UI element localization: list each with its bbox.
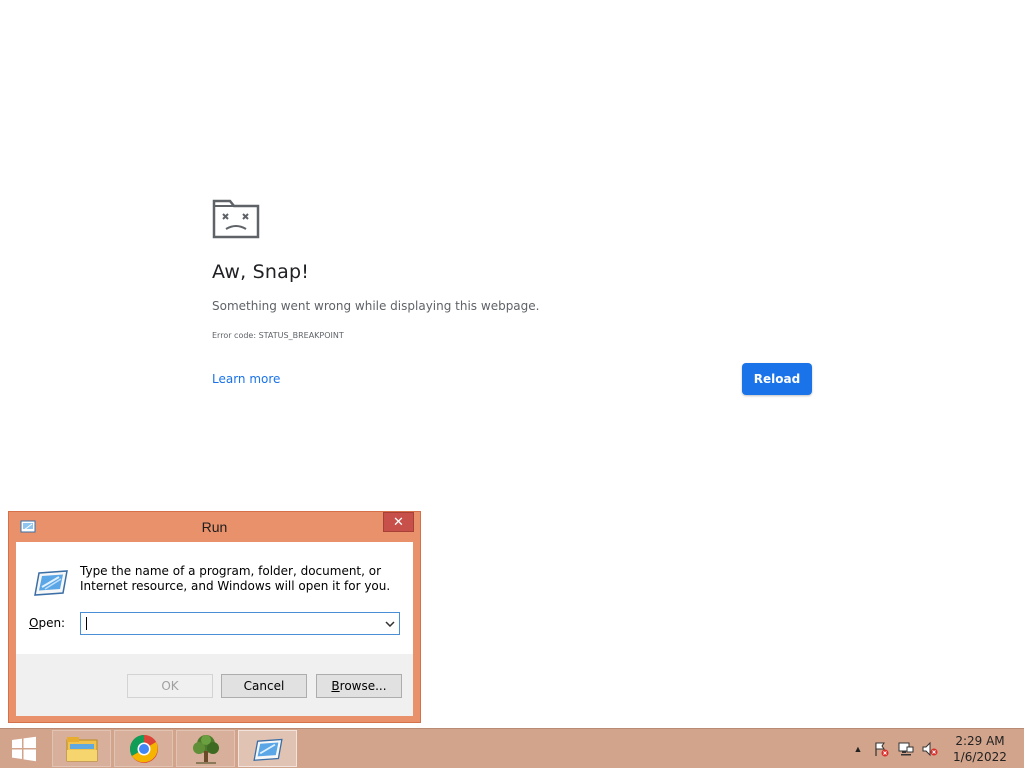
error-message: Something went wrong while displaying th… [212,299,540,313]
open-combobox[interactable] [80,612,400,635]
run-dialog-titlebar[interactable]: Run ✕ [9,512,420,542]
close-icon: ✕ [393,514,404,529]
open-label: Open: [29,616,65,630]
clock-date: 1/6/2022 [953,750,1007,764]
text-cursor [86,617,87,630]
tree-icon [192,734,219,764]
dialog-description: Type the name of a program, folder, docu… [80,564,391,593]
browse-button[interactable]: Browse... [316,674,402,698]
reload-button[interactable]: Reload [742,363,812,395]
taskbar: ▲ 2:29 AM 1/6/2022 [0,728,1024,768]
chevron-down-icon[interactable] [383,616,397,631]
page-title: Aw, Snap! [212,261,310,283]
error-code: Error code: STATUS_BREAKPOINT [212,331,344,340]
flag-icon[interactable] [873,741,889,757]
taskbar-tree-app[interactable] [176,730,235,767]
sad-tab-icon [212,199,260,239]
windows-logo-icon [12,736,36,761]
close-button[interactable]: ✕ [383,512,414,532]
system-clock[interactable]: 2:29 AM 1/6/2022 [946,733,1014,765]
browse-accelerator: B [331,679,340,693]
dialog-title: Run [201,519,228,535]
start-button[interactable] [0,729,48,768]
taskbar-chrome[interactable] [114,730,173,767]
chevron-up-icon[interactable]: ▲ [850,741,866,757]
taskbar-run[interactable] [238,730,297,767]
run-dialog-body: Type the name of a program, folder, docu… [16,542,413,716]
open-label-text: pen: [38,616,66,630]
chrome-icon [129,734,158,763]
folder-icon [66,736,97,761]
run-icon [252,738,283,761]
run-program-icon [34,570,68,596]
clock-time: 2:29 AM [955,734,1005,748]
browse-label: rowse... [339,679,387,693]
open-input[interactable] [84,614,378,633]
run-dialog: Run ✕ Type the name of a program, folder… [8,511,421,723]
volume-muted-icon[interactable] [922,741,938,757]
learn-more-link[interactable]: Learn more [212,372,280,386]
cancel-button[interactable]: Cancel [221,674,307,698]
network-icon[interactable] [898,741,914,757]
ok-button[interactable]: OK [127,674,213,698]
taskbar-file-explorer[interactable] [52,730,111,767]
